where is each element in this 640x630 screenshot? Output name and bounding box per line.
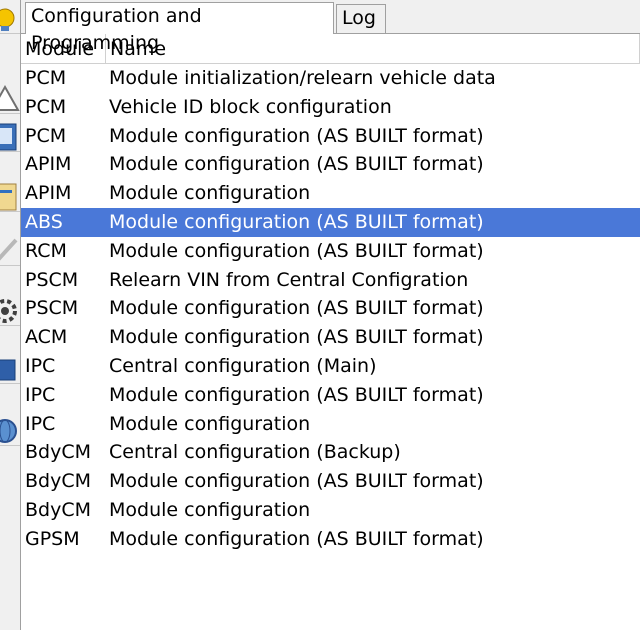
row-name: Module configuration	[109, 182, 311, 205]
row-module: BdyCM	[25, 498, 91, 521]
table-row[interactable]: IPC Module configuration	[21, 410, 640, 439]
row-name: Module configuration (AS BUILT format)	[109, 297, 484, 320]
row-name: Module initialization/relearn vehicle da…	[109, 67, 496, 89]
tab-log[interactable]: Log	[336, 4, 386, 33]
row-name: Module configuration	[109, 498, 311, 521]
table-row[interactable]: PCM Module configuration (AS BUILT format…	[21, 122, 640, 151]
row-module: IPC	[25, 383, 56, 406]
row-module: PCM	[25, 95, 67, 118]
row-name: Central configuration (Backup)	[109, 441, 401, 464]
table-row[interactable]: ABS Module configuration (AS BUILT format…	[21, 207, 640, 237]
row-name: Module configuration (AS BUILT format)	[109, 210, 484, 233]
row-name: Module configuration (AS BUILT format)	[109, 326, 484, 349]
row-name: Module configuration	[109, 412, 311, 435]
table-row[interactable]: PCM Vehicle ID block configuration	[21, 93, 640, 122]
row-name: Central configuration (Main)	[109, 354, 377, 377]
row-module: IPC	[25, 412, 56, 435]
row-name: Module configuration (AS BUILT format)	[109, 383, 484, 406]
row-module: PCM	[25, 124, 67, 147]
lightbulb-icon[interactable]	[0, 0, 20, 34]
table-row[interactable]: BdyCM Module configuration	[21, 496, 640, 525]
row-name: Module configuration (AS BUILT format)	[109, 527, 484, 550]
document-icon[interactable]	[0, 118, 20, 152]
table-row[interactable]: ACM Module configuration (AS BUILT format…	[21, 323, 640, 352]
table-row[interactable]: APIM Module configuration (AS BUILT forma…	[21, 150, 640, 179]
gear-icon[interactable]	[0, 292, 20, 326]
procedure-list: Module Name PCMModule initialization/rel…	[21, 33, 640, 630]
row-module: RCM	[25, 239, 67, 262]
row-name: Relearn VIN from Central Configration	[109, 268, 469, 291]
row-module: BdyCM	[25, 470, 91, 493]
row-module: PSCM	[25, 268, 79, 291]
puzzle-icon[interactable]	[0, 350, 20, 384]
warning-icon[interactable]	[0, 80, 20, 114]
row-name: Module configuration (AS BUILT format)	[109, 124, 484, 147]
table-row[interactable]: PSCM Module configuration (AS BUILT forma…	[21, 294, 640, 323]
column-header-name[interactable]: Name	[106, 34, 640, 64]
scroll-icon[interactable]	[0, 178, 20, 212]
table-row[interactable]: PCM Module initialization/relearn vehicle…	[21, 64, 640, 93]
table-row[interactable]: BdyCM Module configuration (AS BUILT form…	[21, 467, 640, 496]
table-row[interactable]: IPC Central configuration (Main)	[21, 352, 640, 381]
row-module: APIM	[25, 182, 72, 205]
wrench-icon[interactable]	[0, 232, 20, 266]
table-row[interactable]: BdyCM Central configuration (Backup)	[21, 438, 640, 467]
row-name: Module configuration (AS BUILT format)	[109, 153, 484, 176]
row-name: Module configuration (AS BUILT format)	[109, 470, 484, 493]
row-module: IPC	[25, 354, 56, 377]
row-module: ABS	[25, 210, 63, 233]
row-name: Module configuration (AS BUILT format)	[109, 239, 484, 262]
table-row[interactable]: RCM Module configuration (AS BUILT format…	[21, 237, 640, 266]
table-row[interactable]: PSCM Relearn VIN from Central Configratio…	[21, 266, 640, 295]
left-toolbar	[0, 0, 21, 630]
row-module: PSCM	[25, 297, 79, 320]
row-module: APIM	[25, 153, 72, 176]
table-row[interactable]: GPSM Module configuration (AS BUILT forma…	[21, 525, 640, 554]
table-row[interactable]: APIM Module configuration	[21, 179, 640, 208]
row-name: Vehicle ID block configuration	[109, 95, 392, 118]
tab-bar: Configuration and Programming Log	[21, 0, 640, 54]
list-rows: PCM Module initialization/relearn vehicle…	[21, 64, 640, 554]
tab-configuration-and-programming[interactable]: Configuration and Programming	[25, 2, 334, 54]
globe-icon[interactable]	[0, 412, 20, 446]
row-module: PCM	[25, 67, 67, 89]
table-row[interactable]: IPC Module configuration (AS BUILT format…	[21, 381, 640, 410]
row-module: ACM	[25, 326, 68, 349]
row-module: BdyCM	[25, 441, 91, 464]
row-module: GPSM	[25, 527, 80, 550]
